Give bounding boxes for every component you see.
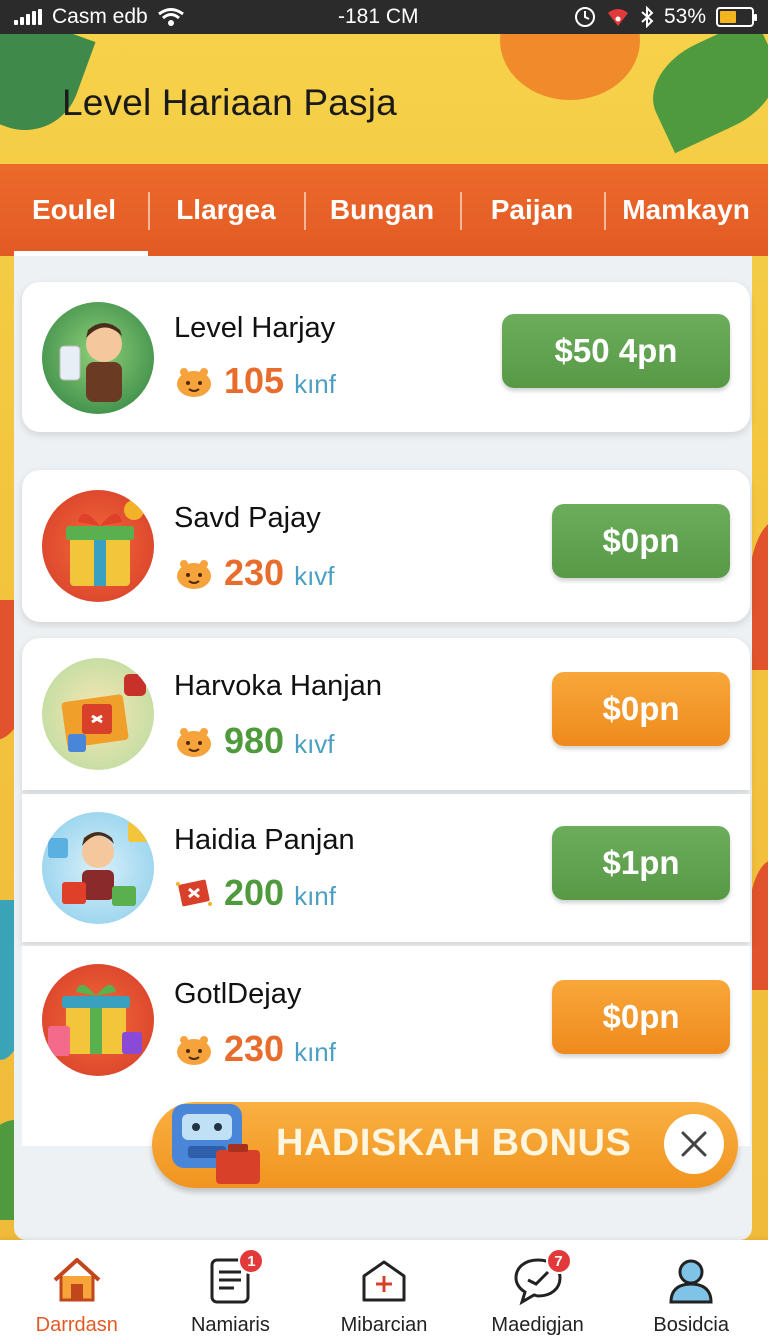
bonus-banner[interactable]: HADISKAH BONUS (152, 1102, 738, 1188)
notification-badge: 1 (238, 1248, 265, 1274)
nav-item-mibarcian[interactable]: Mibarcian (307, 1240, 461, 1337)
reward-title: Harvoka Hanjan (174, 670, 382, 702)
reward-amount: 980 (224, 720, 285, 761)
gift-box-avatar (42, 490, 154, 602)
status-right: 53% (574, 5, 757, 29)
reward-unit: kınf (294, 881, 336, 911)
tab-label: Paijan (490, 194, 574, 225)
home-icon (53, 1258, 101, 1302)
tab-label: Bungan (329, 194, 435, 225)
boy-with-gifts-avatar (42, 812, 154, 924)
reward-card: Savd Pajay 230 kıvf $0pn (22, 470, 750, 622)
tab-paijan[interactable]: Paijan (460, 164, 604, 256)
gift-ticket-icon (176, 879, 212, 907)
gift-package-avatar (42, 658, 154, 770)
tab-llargea[interactable]: Llargea (148, 164, 304, 256)
nav-label: Mibarcian (340, 1314, 428, 1336)
tab-eoulel[interactable]: Eoulel (0, 164, 148, 256)
reward-title: Haidia Panjan (174, 824, 355, 856)
claim-button-label: $0pn (602, 690, 680, 727)
alarm-icon (574, 7, 595, 27)
coin-critter-icon (177, 560, 211, 589)
chat-icon: 7 (512, 1248, 572, 1306)
reward-unit: kınf (294, 1037, 336, 1067)
reward-unit: kıvf (294, 729, 335, 759)
tab-bar: Eoulel Llargea Bungan Paijan Mamkayn (0, 164, 768, 256)
close-icon[interactable] (664, 1114, 724, 1174)
nav-label: Namiaris (190, 1314, 270, 1336)
tab-mamkayn[interactable]: Mamkayn (604, 164, 768, 256)
reward-title: Level Harjay (174, 312, 336, 344)
profile-icon (669, 1259, 713, 1304)
reward-card: Harvoka Hanjan 980 kıvf $0pn (22, 638, 750, 790)
tab-label: Mamkayn (622, 194, 750, 225)
reward-amount: 230 (224, 1028, 285, 1069)
tab-label: Llargea (176, 194, 276, 225)
battery-percent: 53% (663, 5, 706, 28)
document-icon: 1 (204, 1248, 265, 1306)
nav-label: Maedigjan (491, 1314, 584, 1336)
reward-title: Savd Pajay (174, 502, 321, 534)
robot-icon (172, 1104, 260, 1184)
reward-amount-row: 105 kınf (174, 360, 336, 402)
status-time: -181 CM (338, 5, 419, 28)
reward-amount: 105 (224, 360, 285, 401)
coin-critter-icon (177, 1036, 211, 1065)
wifi-icon (157, 8, 184, 26)
page-title: Level Hariaan Pasja (62, 82, 397, 123)
store-icon (362, 1260, 406, 1302)
reward-unit: kınf (294, 369, 336, 399)
reward-unit: kıvf (294, 561, 335, 591)
status-left: Casm edb (14, 5, 184, 29)
coin-critter-icon (177, 728, 211, 757)
bonus-label: HADISKAH BONUS (276, 1122, 632, 1164)
tab-label: Eoulel (31, 194, 116, 225)
reward-amount: 230 (224, 552, 285, 593)
reward-card: Level Harjay 105 kınf $50 4pn (22, 282, 750, 432)
reward-title: GotlDejay (174, 978, 302, 1010)
claim-button-label: $50 4pn (554, 332, 678, 369)
nav-item-home[interactable]: Darrdasn (0, 1240, 154, 1337)
bottom-nav: Darrdasn 1 Namiaris Mibarcian 7 Maedigja… (0, 1240, 768, 1344)
wifi-alert-icon (607, 9, 628, 26)
notification-badge: 7 (545, 1248, 572, 1274)
reward-amount-row: 200 kınf (174, 872, 336, 914)
gift-stack-avatar (42, 964, 154, 1076)
claim-button-label: $0pn (602, 998, 680, 1035)
reward-amount-row: 980 kıvf (174, 720, 335, 762)
nav-label: Darrdasn (35, 1314, 118, 1336)
nav-item-maedigjan[interactable]: 7 Maedigjan (461, 1240, 615, 1337)
coin-critter-icon (177, 368, 211, 397)
nav-item-bosidcia[interactable]: Bosidcia (614, 1240, 768, 1337)
nav-item-namiaris[interactable]: 1 Namiaris (154, 1240, 308, 1337)
claim-button[interactable]: $1pn (552, 826, 730, 900)
reward-amount-row: 230 kıvf (174, 552, 335, 594)
carrier-name: Casm edb (52, 5, 148, 28)
boy-with-drink-avatar (42, 302, 154, 414)
reward-amount-row: 230 kınf (174, 1028, 336, 1070)
rewards-panel: Level Harjay 105 kınf $50 4pn Savd Pajay (14, 256, 752, 1240)
status-bar: Casm edb -181 CM 53% (0, 0, 768, 34)
claim-button-label: $1pn (602, 844, 680, 881)
header: Level Hariaan Pasja (0, 34, 768, 164)
claim-button-label: $0pn (602, 522, 680, 559)
claim-button[interactable]: $0pn (552, 672, 730, 746)
battery-icon (716, 7, 757, 27)
reward-amount: 200 (224, 872, 285, 913)
tab-bungan[interactable]: Bungan (304, 164, 460, 256)
claim-button[interactable]: $0pn (552, 980, 730, 1054)
signal-icon (14, 9, 42, 25)
bluetooth-icon (641, 6, 654, 28)
nav-label: Bosidcia (653, 1314, 729, 1336)
claim-button[interactable]: $50 4pn (502, 314, 730, 388)
reward-card: Haidia Panjan 200 kınf $1pn (22, 794, 750, 942)
claim-button[interactable]: $0pn (552, 504, 730, 578)
